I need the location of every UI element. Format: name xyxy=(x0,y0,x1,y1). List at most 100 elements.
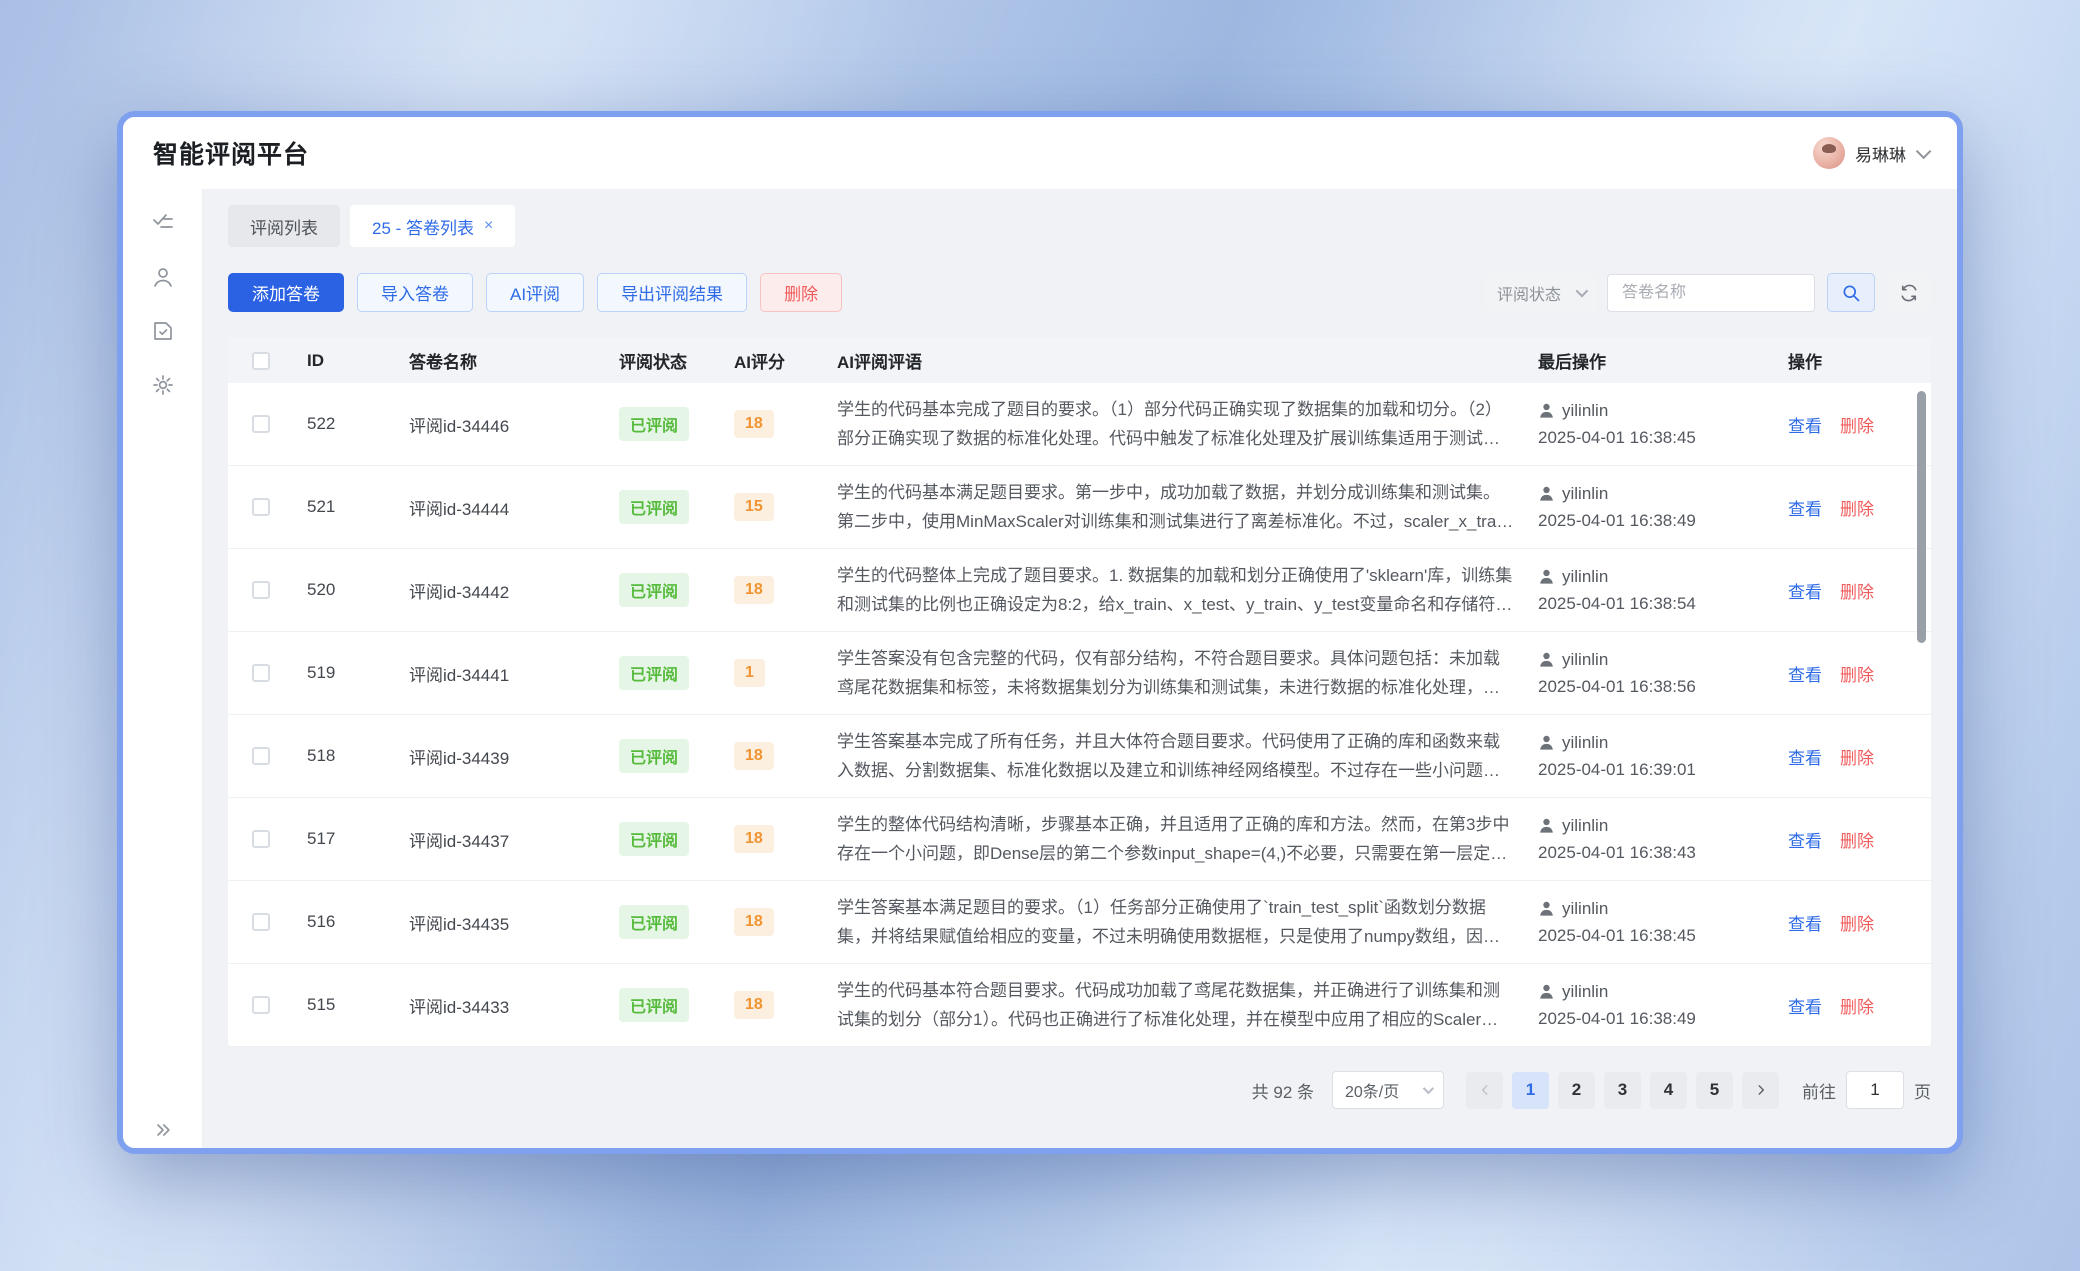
view-link[interactable]: 查看 xyxy=(1788,583,1822,602)
status-badge: 已评阅 xyxy=(619,573,689,607)
row-id: 516 xyxy=(294,912,396,932)
chevron-down-icon xyxy=(1423,1083,1434,1094)
table-row: 516评阅id-34435已评阅18学生答案基本满足题目的要求。（1）任务部分正… xyxy=(228,881,1931,964)
view-link[interactable]: 查看 xyxy=(1788,500,1822,519)
page-size-select[interactable]: 20条/页 xyxy=(1332,1071,1444,1109)
add-answer-button[interactable]: 添加答卷 xyxy=(228,273,344,312)
delete-link[interactable]: 删除 xyxy=(1840,666,1874,685)
score-badge: 15 xyxy=(734,493,774,521)
view-link[interactable]: 查看 xyxy=(1788,666,1822,685)
row-last-operation: yilinlin2025-04-01 16:38:49 xyxy=(1525,484,1775,531)
goto-unit-label: 页 xyxy=(1914,1078,1931,1103)
tab-answer-list[interactable]: 25 - 答卷列表 × xyxy=(350,205,515,247)
answer-name-input[interactable] xyxy=(1607,274,1815,312)
score-badge: 18 xyxy=(734,576,774,604)
row-id: 517 xyxy=(294,829,396,849)
view-link[interactable]: 查看 xyxy=(1788,998,1822,1017)
pagination: 共 92 条 20条/页 12345 前往 页 xyxy=(228,1071,1931,1109)
table-row: 522评阅id-34446已评阅18学生的代码基本完成了题目的要求。（1）部分代… xyxy=(228,383,1931,466)
row-id: 515 xyxy=(294,995,396,1015)
scrollbar-thumb[interactable] xyxy=(1917,391,1926,643)
row-checkbox[interactable] xyxy=(252,415,270,433)
delete-link[interactable]: 删除 xyxy=(1840,915,1874,934)
chevron-right-icon xyxy=(1754,1083,1768,1097)
operation-time: 2025-04-01 16:38:54 xyxy=(1538,594,1775,614)
tab-label: 25 - 答卷列表 xyxy=(372,214,474,239)
table-row: 517评阅id-34437已评阅18学生的整体代码结构清晰，步骤基本正确，并且适… xyxy=(228,798,1931,881)
page-button-2[interactable]: 2 xyxy=(1558,1072,1595,1109)
row-comment: 学生的代码整体上完成了题目要求。1. 数据集的加载和划分正确使用了'sklear… xyxy=(824,561,1525,619)
operator-name: yilinlin xyxy=(1562,567,1608,587)
delete-link[interactable]: 删除 xyxy=(1840,749,1874,768)
operator-name: yilinlin xyxy=(1562,982,1608,1002)
row-name: 评阅id-34435 xyxy=(396,910,606,935)
document-check-icon[interactable] xyxy=(151,319,175,343)
goto-page-input[interactable] xyxy=(1846,1071,1904,1109)
select-all-checkbox[interactable] xyxy=(252,352,270,370)
next-page-button[interactable] xyxy=(1742,1072,1779,1109)
user-icon[interactable] xyxy=(151,265,175,289)
row-last-operation: yilinlin2025-04-01 16:38:49 xyxy=(1525,982,1775,1029)
delete-link[interactable]: 删除 xyxy=(1840,417,1874,436)
row-id: 520 xyxy=(294,580,396,600)
row-checkbox[interactable] xyxy=(252,664,270,682)
row-id: 518 xyxy=(294,746,396,766)
row-checkbox[interactable] xyxy=(252,747,270,765)
import-answer-button[interactable]: 导入答卷 xyxy=(357,273,473,312)
row-checkbox[interactable] xyxy=(252,996,270,1014)
delete-link[interactable]: 删除 xyxy=(1840,998,1874,1017)
total-count: 共 92 条 xyxy=(1252,1078,1314,1103)
prev-page-button[interactable] xyxy=(1466,1072,1503,1109)
row-checkbox[interactable] xyxy=(252,913,270,931)
checklist-icon[interactable] xyxy=(151,211,175,235)
delete-link[interactable]: 删除 xyxy=(1840,583,1874,602)
row-name: 评阅id-34446 xyxy=(396,412,606,437)
view-link[interactable]: 查看 xyxy=(1788,417,1822,436)
ai-review-button[interactable]: AI评阅 xyxy=(486,273,584,312)
search-button[interactable] xyxy=(1827,273,1875,312)
row-name: 评阅id-34442 xyxy=(396,578,606,603)
close-icon[interactable]: × xyxy=(484,218,493,234)
table-header-row: ID 答卷名称 评阅状态 AI评分 AI评阅评语 最后操作 操作 xyxy=(228,338,1931,383)
view-link[interactable]: 查看 xyxy=(1788,749,1822,768)
row-name: 评阅id-34433 xyxy=(396,993,606,1018)
gear-icon[interactable] xyxy=(151,373,175,397)
table-scrollbar xyxy=(1917,388,1926,1048)
delete-link[interactable]: 删除 xyxy=(1840,500,1874,519)
row-checkbox[interactable] xyxy=(252,581,270,599)
user-icon xyxy=(1538,485,1555,502)
avatar[interactable] xyxy=(1813,137,1845,169)
user-menu[interactable]: 易琳琳 xyxy=(1813,137,1927,169)
delete-button[interactable]: 删除 xyxy=(760,273,842,312)
goto-label: 前往 xyxy=(1802,1078,1836,1103)
row-comment: 学生答案基本完成了所有任务，并且大体符合题目要求。代码使用了正确的库和函数来载入… xyxy=(824,727,1525,785)
table-row: 515评阅id-34433已评阅18学生的代码基本符合题目要求。代码成功加载了鸢… xyxy=(228,964,1931,1047)
export-results-button[interactable]: 导出评阅结果 xyxy=(597,273,747,312)
view-link[interactable]: 查看 xyxy=(1788,915,1822,934)
tab-bar: 评阅列表 25 - 答卷列表 × xyxy=(228,205,1931,247)
user-icon xyxy=(1538,983,1555,1000)
delete-link[interactable]: 删除 xyxy=(1840,832,1874,851)
row-id: 519 xyxy=(294,663,396,683)
page-button-4[interactable]: 4 xyxy=(1650,1072,1687,1109)
view-link[interactable]: 查看 xyxy=(1788,832,1822,851)
row-last-operation: yilinlin2025-04-01 16:38:43 xyxy=(1525,816,1775,863)
row-checkbox[interactable] xyxy=(252,830,270,848)
search-icon xyxy=(1841,283,1861,303)
row-checkbox[interactable] xyxy=(252,498,270,516)
user-icon xyxy=(1538,651,1555,668)
col-status: 评阅状态 xyxy=(606,348,721,373)
refresh-button[interactable] xyxy=(1887,273,1931,312)
col-id: ID xyxy=(294,351,396,371)
score-badge: 18 xyxy=(734,825,774,853)
page-button-1[interactable]: 1 xyxy=(1512,1072,1549,1109)
tab-review-list[interactable]: 评阅列表 xyxy=(228,205,340,247)
status-filter-select[interactable]: 评阅状态 xyxy=(1485,274,1597,312)
sidebar xyxy=(123,189,203,1154)
page-button-3[interactable]: 3 xyxy=(1604,1072,1641,1109)
user-icon xyxy=(1538,402,1555,419)
expand-icon[interactable] xyxy=(123,1120,202,1140)
row-comment: 学生答案基本满足题目的要求。（1）任务部分正确使用了`train_test_sp… xyxy=(824,893,1525,951)
page-button-5[interactable]: 5 xyxy=(1696,1072,1733,1109)
operation-time: 2025-04-01 16:39:01 xyxy=(1538,760,1775,780)
